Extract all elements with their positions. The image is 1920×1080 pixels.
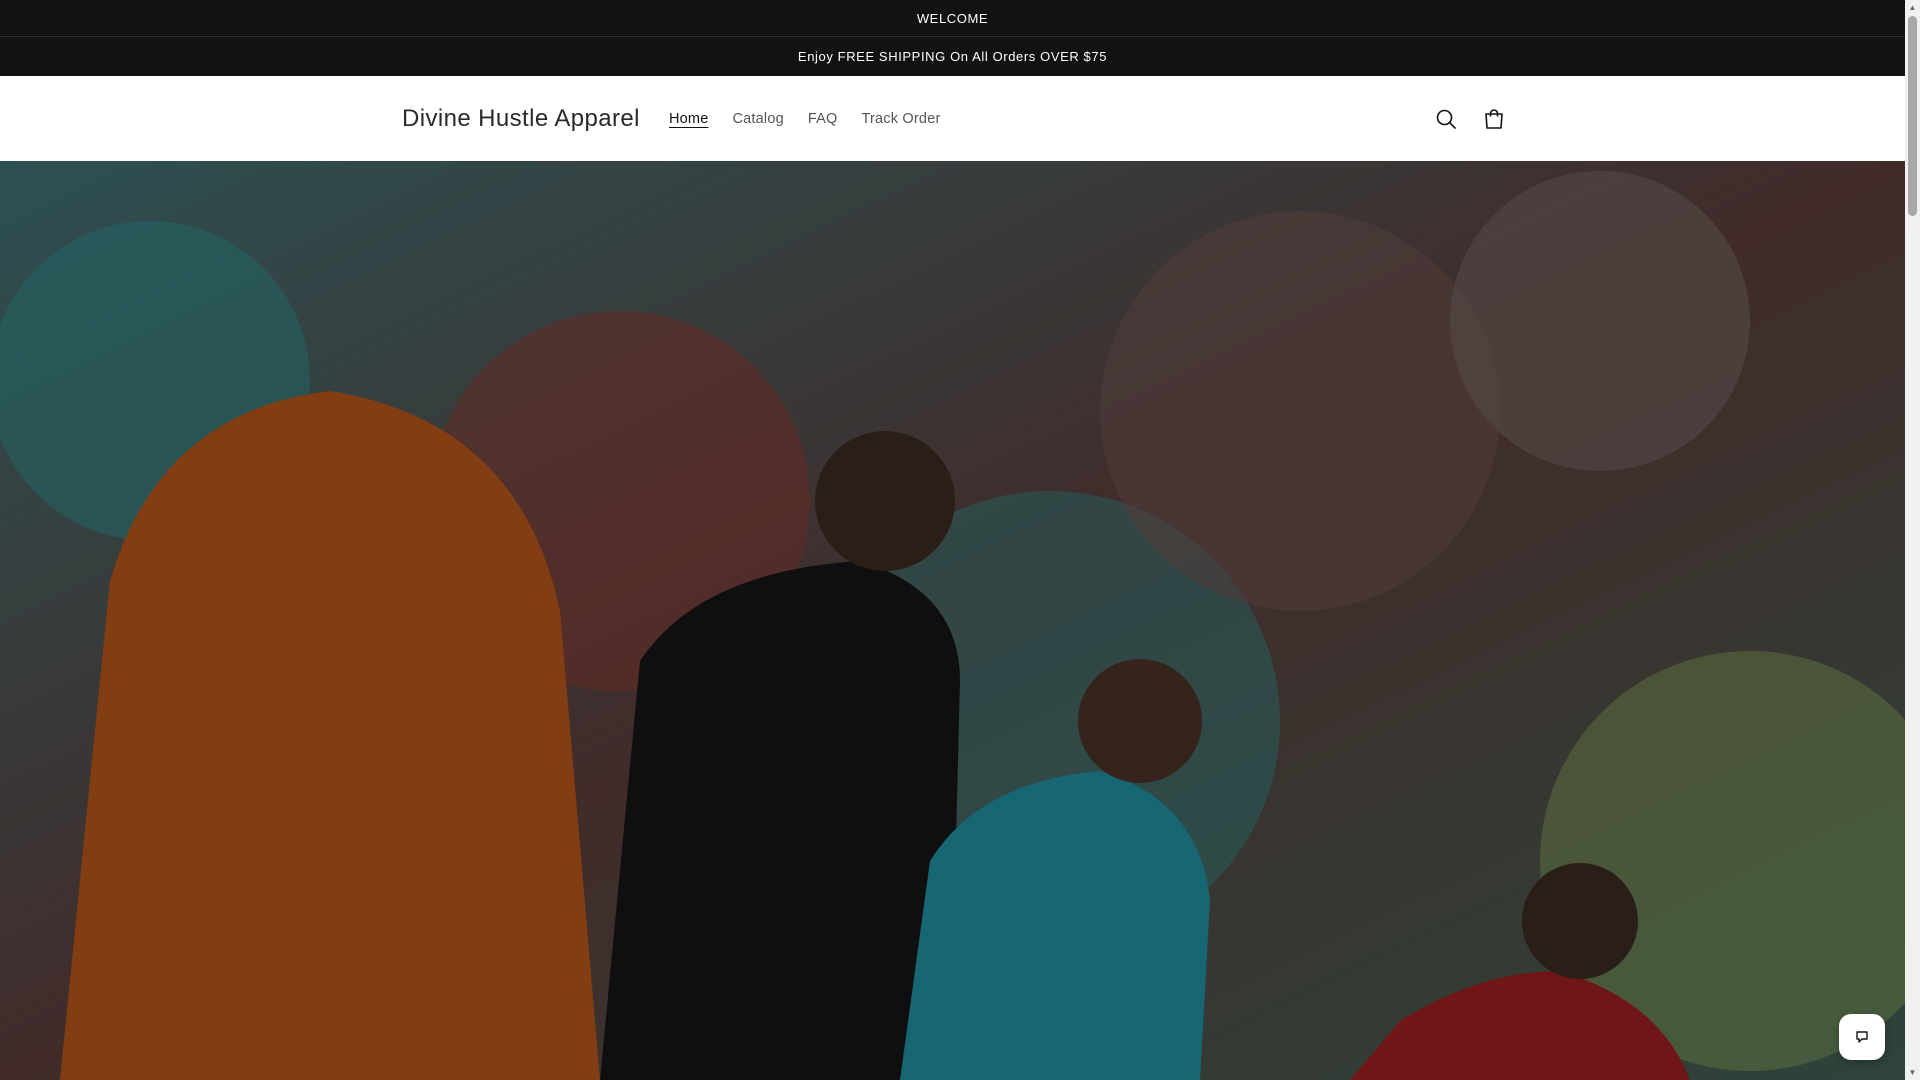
- cart-button[interactable]: [1472, 97, 1516, 141]
- header-icons: [1424, 76, 1516, 161]
- chat-button[interactable]: [1839, 1014, 1885, 1060]
- nav-link-catalog[interactable]: Catalog: [720, 105, 795, 133]
- scrollbar-thumb[interactable]: [1908, 16, 1917, 216]
- scroll-up-arrow-icon[interactable]: ▲: [1905, 0, 1920, 15]
- announcement-bar-welcome: WELCOME: [0, 0, 1905, 37]
- main-nav: Home Catalog FAQ Track Order: [657, 76, 953, 161]
- brand-logo-link[interactable]: Divine Hustle Apparel: [402, 76, 640, 161]
- cart-icon: [1485, 108, 1503, 129]
- search-icon: [1436, 109, 1456, 129]
- announcement-bar-shipping: Enjoy FREE SHIPPING On All Orders OVER $…: [0, 37, 1905, 76]
- announcement-shipping-text: Enjoy FREE SHIPPING On All Orders OVER $…: [797, 49, 1108, 64]
- nav-link-track-order[interactable]: Track Order: [849, 105, 952, 133]
- hero-banner: [0, 161, 1905, 1080]
- site-header: Divine Hustle Apparel Home Catalog FAQ T…: [0, 76, 1905, 161]
- nav-link-faq[interactable]: FAQ: [796, 105, 850, 133]
- announcement-welcome-text: WELCOME: [916, 10, 989, 26]
- page: WELCOME Enjoy FREE SHIPPING On All Order…: [0, 0, 1905, 1080]
- chat-icon: [1856, 1031, 1868, 1043]
- nav-link-home[interactable]: Home: [657, 105, 720, 133]
- hero-image: [0, 161, 1905, 1080]
- vertical-scrollbar[interactable]: ▲ ▼: [1905, 0, 1920, 1080]
- search-button[interactable]: [1424, 97, 1468, 141]
- scroll-down-arrow-icon[interactable]: ▼: [1905, 1065, 1920, 1080]
